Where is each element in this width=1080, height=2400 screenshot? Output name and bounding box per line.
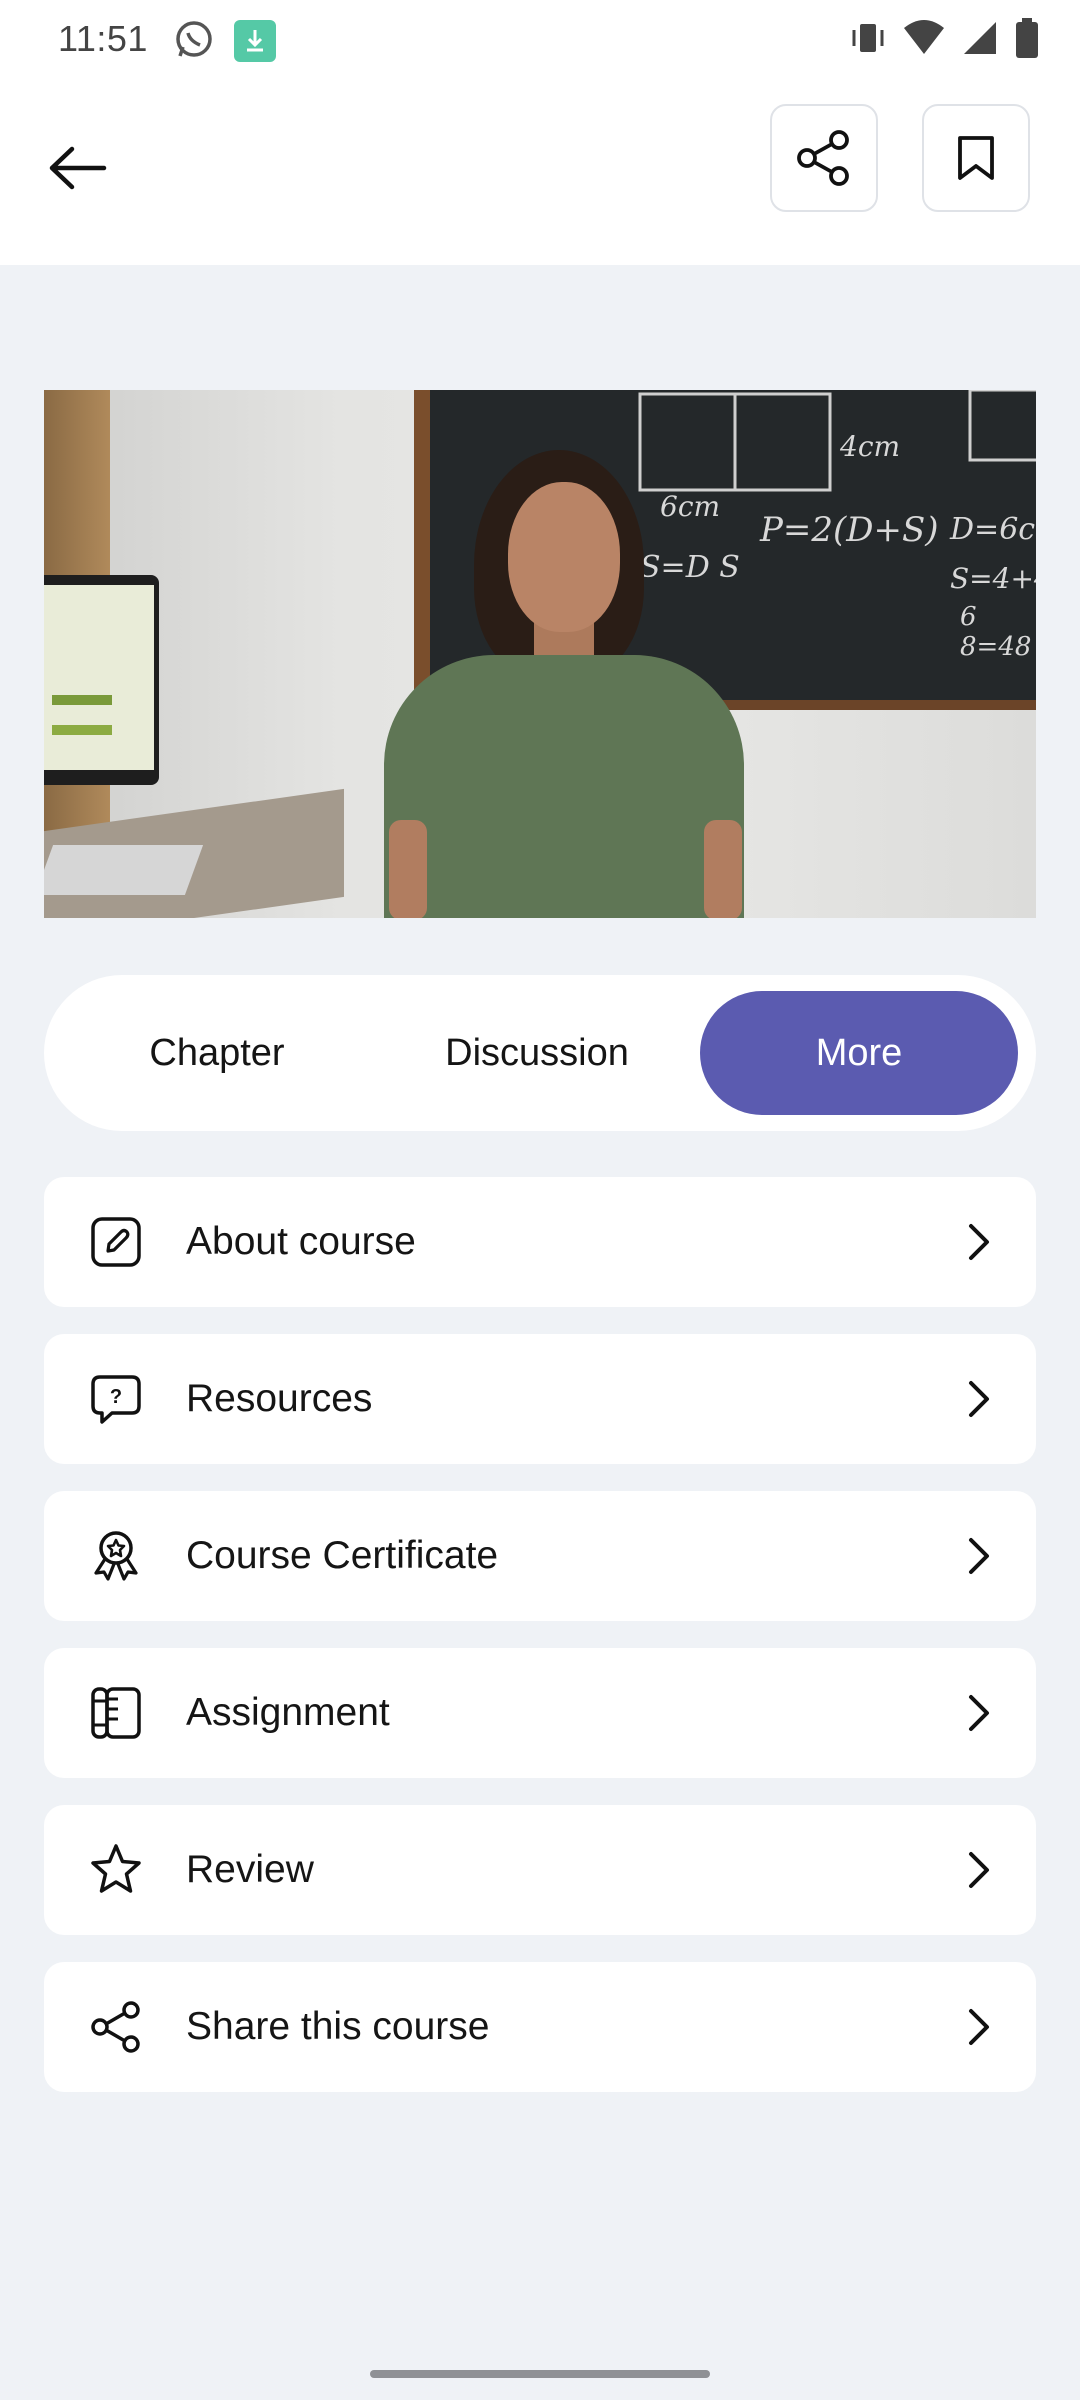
menu-item-label: Course Certificate [186,1534,499,1577]
question-bubble-icon: ? [91,1375,141,1424]
tab-chapter[interactable]: Chapter [58,991,376,1115]
chevron-right-icon [969,1224,989,1260]
download-icon [234,20,276,62]
battery-icon [1014,17,1040,64]
menu-item-course-certificate[interactable]: Course Certificate [44,1491,1036,1621]
tab-discussion[interactable]: Discussion [378,991,696,1115]
chevron-right-icon [969,1381,989,1417]
chevron-right-icon [969,1852,989,1888]
bookmark-icon [958,136,994,180]
home-indicator[interactable] [370,2370,710,2378]
share-icon [797,130,849,186]
menu-item-label: Review [186,1848,314,1891]
signal-icon [960,18,1000,63]
wifi-icon [902,18,946,63]
course-tabs: Chapter Discussion More [44,975,1036,1131]
status-time: 11:51 [58,18,148,59]
menu-item-label: Assignment [186,1691,390,1734]
menu-item-share-course[interactable]: Share this course [44,1962,1036,2092]
edit-icon [91,1217,141,1267]
whatsapp-icon [172,18,216,62]
menu-item-about-course[interactable]: About course [44,1177,1036,1307]
menu-item-resources[interactable]: ? Resources [44,1334,1036,1464]
notebook-icon [91,1687,141,1739]
course-cover-image: 6cm 4cm P=2(D+S) D=6cm S=D S S=4+4= 6 8=… [44,390,1036,918]
chevron-right-icon [969,1695,989,1731]
chevron-right-icon [969,2009,989,2045]
menu-item-label: Resources [186,1377,373,1420]
share-icon [91,2001,140,2053]
status-bar: 11:51 [0,0,1080,80]
menu-item-assignment[interactable]: Assignment [44,1648,1036,1778]
menu-item-review[interactable]: Review [44,1805,1036,1935]
back-button[interactable] [42,132,114,204]
back-arrow-icon [49,146,107,190]
star-icon [91,1844,141,1893]
svg-text:?: ? [110,1386,122,1408]
vibrate-icon [848,18,888,63]
top-app-bar [0,80,1080,265]
share-button[interactable] [770,104,878,212]
tab-more[interactable]: More [700,991,1018,1115]
bookmark-button[interactable] [922,104,1030,212]
award-icon [94,1531,138,1581]
menu-item-label: About course [186,1220,416,1263]
chevron-right-icon [969,1538,989,1574]
menu-item-label: Share this course [186,2005,490,2048]
